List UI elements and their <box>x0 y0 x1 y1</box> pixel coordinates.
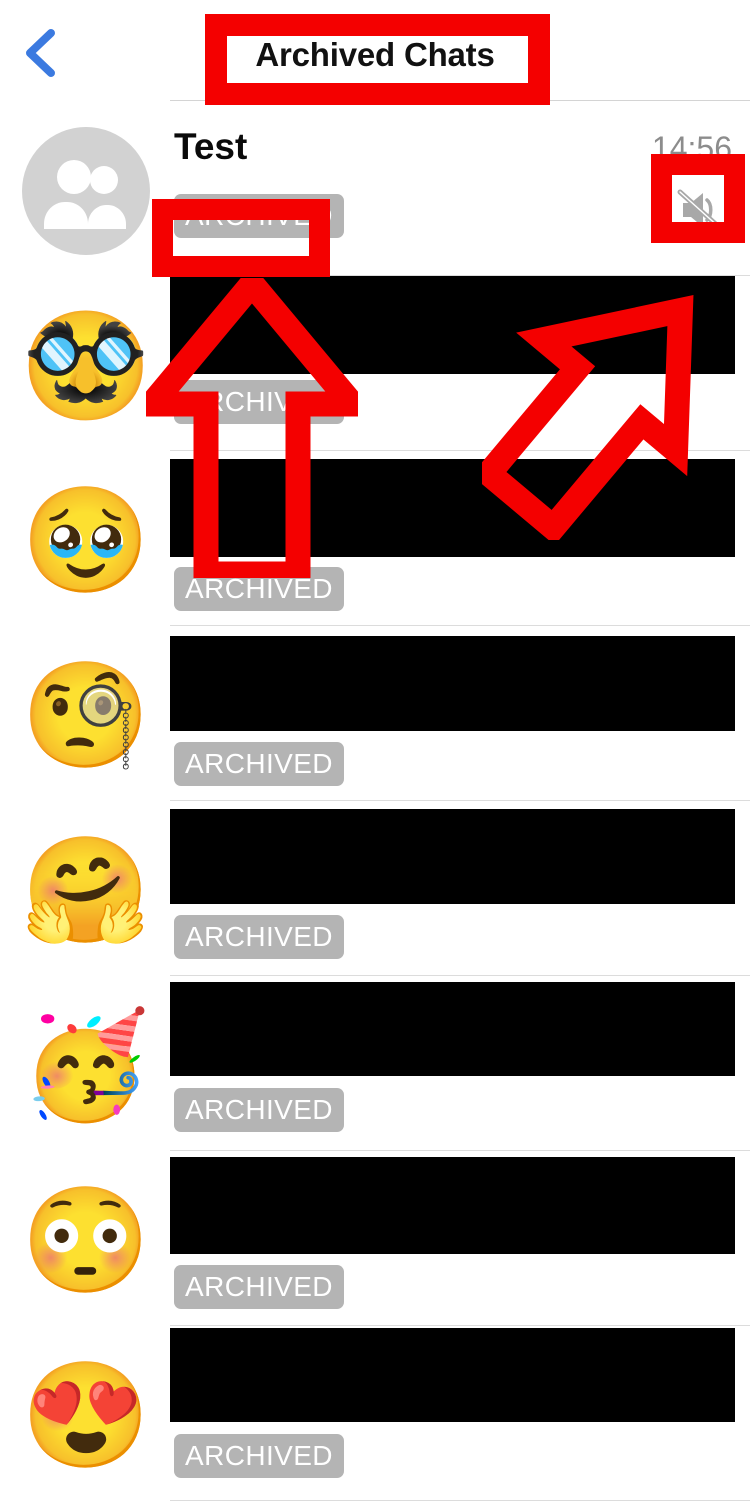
chat-list-item[interactable]: 🧐 ARCHIVED <box>0 626 750 801</box>
chat-row-body: ARCHIVED <box>170 451 750 626</box>
chat-timestamp: 14:56 <box>651 130 732 166</box>
flushed-face-emoji-avatar: 😳 <box>21 1183 151 1299</box>
redacted-content <box>170 1328 735 1422</box>
avatar: 🧐 <box>21 652 151 780</box>
hugging-face-emoji-avatar: 🤗 <box>21 833 151 949</box>
chat-row-body: ARCHIVED <box>170 801 750 976</box>
chat-list-item[interactable]: 😍 ARCHIVED <box>0 1326 750 1501</box>
chat-row-body: ARCHIVED <box>170 976 750 1151</box>
archived-chat-list: Test 14:56 ARCHIVED 🥸 ARCHIVED 🥹 ARCHIVE… <box>0 101 750 1501</box>
avatar: 🤗 <box>21 827 151 955</box>
status-badge: ARCHIVED <box>174 380 344 424</box>
group-people-icon <box>44 160 126 229</box>
chat-list-item[interactable]: 🤗 ARCHIVED <box>0 801 750 976</box>
status-badge: ARCHIVED <box>174 1265 344 1309</box>
status-badge: ARCHIVED <box>174 567 344 611</box>
chat-row-body: Test 14:56 ARCHIVED <box>170 101 750 276</box>
chat-row-body: ARCHIVED <box>170 1326 750 1501</box>
pleading-face-emoji-avatar: 🥹 <box>21 483 151 599</box>
status-badge: ARCHIVED <box>174 1088 344 1132</box>
avatar: 🥳 <box>21 1002 151 1130</box>
avatar: 🥸 <box>21 302 151 430</box>
avatar: 😳 <box>21 1177 151 1305</box>
status-badge: ARCHIVED <box>174 194 344 238</box>
chat-row-body: ARCHIVED <box>170 276 750 451</box>
navigation-bar: Archived Chats <box>0 0 750 101</box>
status-badge: ARCHIVED <box>174 915 344 959</box>
avatar <box>22 127 150 255</box>
redacted-content <box>170 459 735 557</box>
avatar: 😍 <box>21 1352 151 1480</box>
status-badge: ARCHIVED <box>174 1434 344 1478</box>
chat-list-item[interactable]: Test 14:56 ARCHIVED <box>0 101 750 276</box>
heart-eyes-face-emoji-avatar: 😍 <box>21 1358 151 1474</box>
redacted-content <box>170 1157 735 1254</box>
partying-face-emoji-avatar: 🥳 <box>21 1008 151 1124</box>
mute-icon[interactable] <box>674 187 726 238</box>
redacted-content <box>170 809 735 904</box>
avatar: 🥹 <box>21 477 151 605</box>
row-divider <box>170 1500 750 1501</box>
redacted-content <box>170 276 735 374</box>
chat-list-item[interactable]: 🥳 ARCHIVED <box>0 976 750 1151</box>
status-badge: ARCHIVED <box>174 742 344 786</box>
page-title: Archived Chats <box>255 36 495 73</box>
chat-list-item[interactable]: 😳 ARCHIVED <box>0 1151 750 1326</box>
chat-name: Test <box>174 126 248 167</box>
group-avatar <box>22 127 150 255</box>
chat-row-body: ARCHIVED <box>170 626 750 801</box>
chat-list-item[interactable]: 🥹 ARCHIVED <box>0 451 750 626</box>
speaker-muted-icon <box>677 189 723 231</box>
disguised-face-emoji-avatar: 🥸 <box>21 308 151 424</box>
chat-row-body: ARCHIVED <box>170 1151 750 1326</box>
screen: Archived Chats Test 14:56 ARCHIVED 🥸 ARC… <box>0 0 750 1502</box>
redacted-content <box>170 982 735 1076</box>
redacted-content <box>170 636 735 731</box>
chat-list-item[interactable]: 🥸 ARCHIVED <box>0 276 750 451</box>
monocle-face-emoji-avatar: 🧐 <box>21 658 151 774</box>
